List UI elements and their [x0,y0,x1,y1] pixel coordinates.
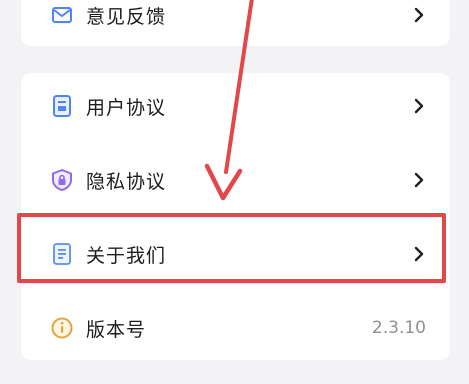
menu-item-version: 版本号 2.3.10 [21,299,450,357]
document-icon [53,95,71,117]
chevron-right-icon [414,7,424,23]
feedback-card: 意见反馈 [21,0,450,46]
shield-lock-icon [52,169,72,191]
chevron-right-icon [414,172,424,188]
mail-icon [52,7,72,23]
menu-item-label: 版本号 [86,318,147,341]
menu-item-label: 用户协议 [86,96,167,119]
menu-item-feedback[interactable]: 意见反馈 [21,0,450,44]
menu-item-privacy-agreement[interactable]: 隐私协议 [21,151,450,209]
chevron-right-icon [414,246,424,262]
version-value: 2.3.10 [371,318,426,338]
menu-item-about-us[interactable]: 关于我们 [21,225,450,283]
menu-item-label: 隐私协议 [86,170,167,193]
document-icon [53,243,71,265]
menu-item-label: 关于我们 [86,244,167,267]
menu-item-label: 意见反馈 [86,5,167,28]
settings-card: 用户协议 隐私协议 关于我们 版本号 2.3.10 [21,73,450,360]
info-icon [51,317,73,339]
chevron-right-icon [414,98,424,114]
menu-item-user-agreement[interactable]: 用户协议 [21,77,450,135]
